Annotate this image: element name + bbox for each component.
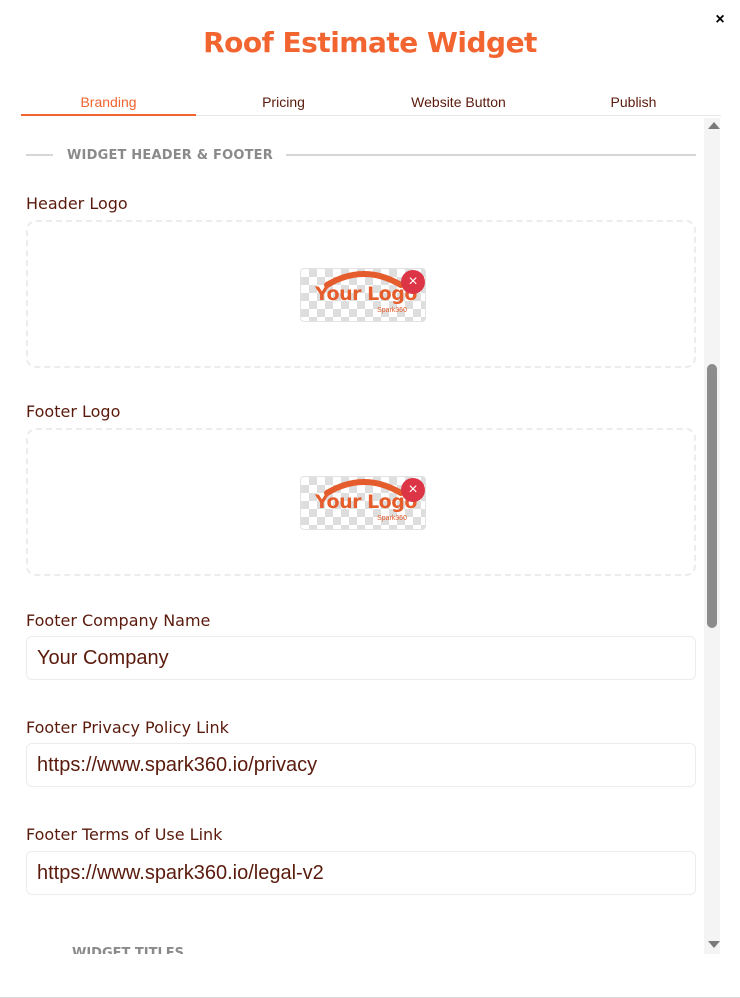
remove-footer-logo-button[interactable]: × (401, 478, 425, 502)
section-divider-right (285, 154, 696, 156)
section-header-widget-titles: WIDGET TITLES (72, 946, 185, 954)
section-title: WIDGET HEADER & FOOTER (67, 147, 273, 163)
footer-privacy-link-label: Footer Privacy Policy Link (26, 718, 229, 737)
footer-logo-label: Footer Logo (26, 402, 121, 421)
vertical-scrollbar[interactable] (704, 118, 720, 954)
branding-form-scroll-area: WIDGET HEADER & FOOTER Header Logo Your … (0, 118, 704, 954)
scroll-down-arrow-icon[interactable] (708, 941, 720, 948)
footer-logo-dropzone[interactable]: Your Logo Spark360 × (26, 428, 696, 576)
remove-header-logo-button[interactable]: × (401, 270, 425, 294)
header-logo-dropzone[interactable]: Your Logo Spark360 × (26, 220, 696, 368)
logo-brand-text: Spark360 (377, 515, 407, 522)
tab-publish[interactable]: Publish (546, 88, 721, 115)
tab-pricing[interactable]: Pricing (196, 88, 371, 115)
roof-estimate-widget-modal: × Roof Estimate Widget Branding Pricing … (0, 0, 740, 998)
footer-terms-link-label: Footer Terms of Use Link (26, 825, 223, 844)
section-header-widget-header-footer: WIDGET HEADER & FOOTER (26, 146, 696, 164)
tab-bar: Branding Pricing Website Button Publish (21, 88, 721, 116)
modal-title: Roof Estimate Widget (203, 26, 537, 59)
header-logo-label: Header Logo (26, 194, 128, 213)
footer-company-name-input[interactable]: Your Company (26, 636, 696, 680)
scrollbar-thumb[interactable] (707, 364, 717, 628)
tab-branding[interactable]: Branding (21, 88, 196, 116)
section-divider-left (26, 154, 53, 156)
logo-brand-text: Spark360 (377, 307, 407, 314)
tab-website-button[interactable]: Website Button (371, 88, 546, 115)
footer-terms-link-input[interactable]: https://www.spark360.io/legal-v2 (26, 851, 696, 895)
footer-privacy-link-input[interactable]: https://www.spark360.io/privacy (26, 743, 696, 787)
footer-company-name-label: Footer Company Name (26, 611, 211, 630)
scroll-up-arrow-icon[interactable] (708, 122, 720, 129)
